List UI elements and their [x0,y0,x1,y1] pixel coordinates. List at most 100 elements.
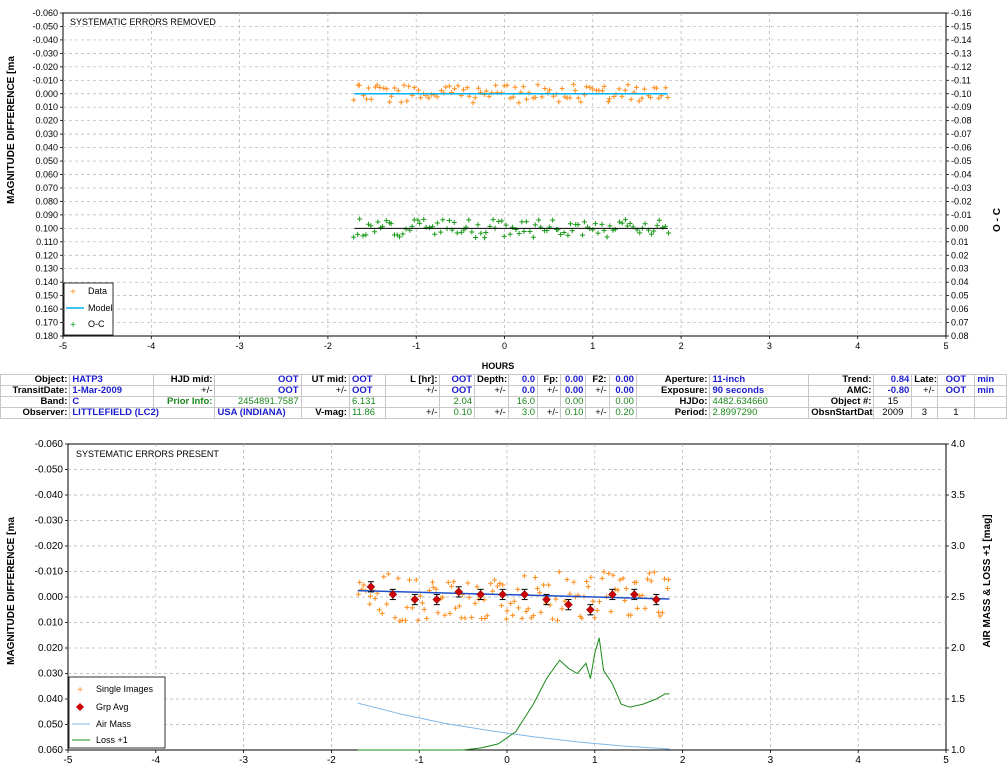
y-right-tick-label: 3.5 [951,490,965,501]
bottom-y-right-label: AIR MASS & LOSS +1 [mag] [982,514,993,647]
period-label: Period: [635,407,711,419]
bottom-chart-title: SYSTEMATIC ERRORS PRESENT [76,449,219,459]
late-value[interactable]: OOT [936,374,976,386]
y-left-tick-label: 0.100 [35,223,58,233]
obsn-day: 1 [936,407,976,419]
object-value[interactable]: HATP3 [69,374,155,386]
prior-ut: 6.131 [348,396,386,408]
bottom-legend-grp-label: Grp Avg [96,702,128,712]
fp-err[interactable]: 0.00 [560,385,587,397]
bottom-x-ticks: -5 -4 -3 -2 -1 0 1 2 3 4 5 [64,750,949,766]
blank-3b [384,396,441,408]
blank-3d [537,396,562,408]
x-tick-label: -5 [59,341,67,351]
y-right-tick-label: 0.02 [951,250,969,260]
aperture-label: Aperture: [635,374,711,386]
hjd-pm: +/- [153,385,216,397]
f2-value[interactable]: 0.00 [608,374,637,386]
top-legend-oc-label: O-C [88,319,105,329]
y-right-tick-label: -0.07 [951,129,972,139]
prior-info-label: Prior Info: [153,396,216,408]
blank-3h [974,396,1007,408]
y-right-tick-label: -0.06 [951,143,972,153]
late-unit: min [974,374,1007,386]
depth-err[interactable]: 0.0 [507,385,539,397]
amc-value[interactable]: -0.80 [873,385,913,397]
y-left-tick-label: 0.020 [38,643,63,654]
y-left-tick-label: 0.180 [35,331,58,341]
bottom-legend-airmass-label: Air Mass [96,719,132,729]
f2-err[interactable]: 0.00 [608,385,637,397]
late-label: Late: [911,374,938,386]
y-right-tick-label: 0.04 [951,277,969,287]
blank-3g [936,396,976,408]
bottom-legend: + Single Images Grp Avg Air Mass Loss +1 [68,676,166,749]
ut-err[interactable]: OOT [348,385,386,397]
y-right-tick-label: -0.02 [951,196,972,206]
aperture-value[interactable]: 11-inch [709,374,810,386]
y-left-tick-label: -0.060 [35,439,64,450]
hjdo-label: HJDo: [635,396,711,408]
y-left-tick-label: -0.010 [35,567,64,578]
info-row-3: Band: C Prior Info: 2454891.7587 6.131 2… [0,396,1007,408]
trend-value[interactable]: 0.84 [873,374,913,386]
e1-value: 0.10 [439,407,476,419]
x-tick-label: 3 [768,755,774,766]
exposure-label: Exposure: [635,385,711,397]
x-tick-label: 0 [502,341,507,351]
y-left-tick-label: 0.010 [38,618,63,629]
transit-date-label: TransitDate: [0,385,71,397]
info-row-1: Object: HATP3 HJD mid: OOT UT mid: OOT L… [0,374,1007,386]
location-value[interactable]: USA (INDIANA) [214,407,302,419]
x-tick-label: -1 [415,755,424,766]
y-right-tick-label: -0.16 [951,8,972,18]
y-right-tick-label: -0.09 [951,102,972,112]
y-left-tick-label: 0.030 [38,669,63,680]
y-right-tick-label: 1.0 [951,745,965,756]
transit-date-value[interactable]: 1-Mar-2009 [69,385,155,397]
blank-3e [585,396,610,408]
top-y-right-label: O - C [992,208,1003,232]
e3-value: 0.10 [560,407,587,419]
depth-value[interactable]: 0.0 [507,374,539,386]
l-hr-value[interactable]: OOT [439,374,476,386]
y-left-tick-label: 0.140 [35,277,58,287]
top-y-left-label: MAGNITUDE DIFFERENCE [ma [6,56,17,204]
hjd-err[interactable]: OOT [214,385,302,397]
band-label: Band: [0,396,71,408]
y-right-tick-label: 0.00 [951,223,969,233]
late-pm: +/- [911,385,938,397]
l-pm: +/- [384,385,441,397]
fp-pm: +/- [537,385,562,397]
y-right-tick-label: 3.0 [951,541,965,552]
fp-label: Fp: [537,374,562,386]
ut-mid-value[interactable]: OOT [348,374,386,386]
late-err[interactable]: OOT [936,385,976,397]
x-tick-label: 5 [943,755,949,766]
top-legend-model-label: Model [88,303,113,313]
l-err[interactable]: OOT [439,385,476,397]
y-left-tick-label: 0.110 [36,237,58,247]
hjd-mid-value[interactable]: OOT [214,374,302,386]
blank-3f [911,396,938,408]
exposure-value[interactable]: 90 seconds [709,385,810,397]
y-left-tick-label: -0.040 [32,35,58,45]
bottom-y-left-label: MAGNITUDE DIFFERENCE [ma [6,517,17,665]
blank-4a [974,407,1007,419]
l-hr-label: L [hr]: [384,374,441,386]
fp-value[interactable]: 0.00 [560,374,587,386]
y-right-tick-label: -0.04 [951,170,972,180]
observer-value[interactable]: LITTLEFIELD (LC2) [69,407,216,419]
x-tick-label: 2 [680,755,686,766]
object-num-label: Object #: [808,396,875,408]
depth-label: Depth: [474,374,509,386]
x-tick-label: 3 [767,341,772,351]
info-table: Object: HATP3 HJD mid: OOT UT mid: OOT L… [0,374,1007,419]
f2-label: F2: [585,374,610,386]
band-value[interactable]: C [69,396,155,408]
y-right-tick-label: 1.5 [951,694,965,705]
y-right-tick-label: 0.03 [951,264,969,274]
y-right-tick-label: -0.13 [951,48,972,58]
prior-fp: 0.00 [560,396,587,408]
top-x-ticks: -5 -4 -3 -2 -1 0 1 2 3 4 5 [59,336,949,351]
